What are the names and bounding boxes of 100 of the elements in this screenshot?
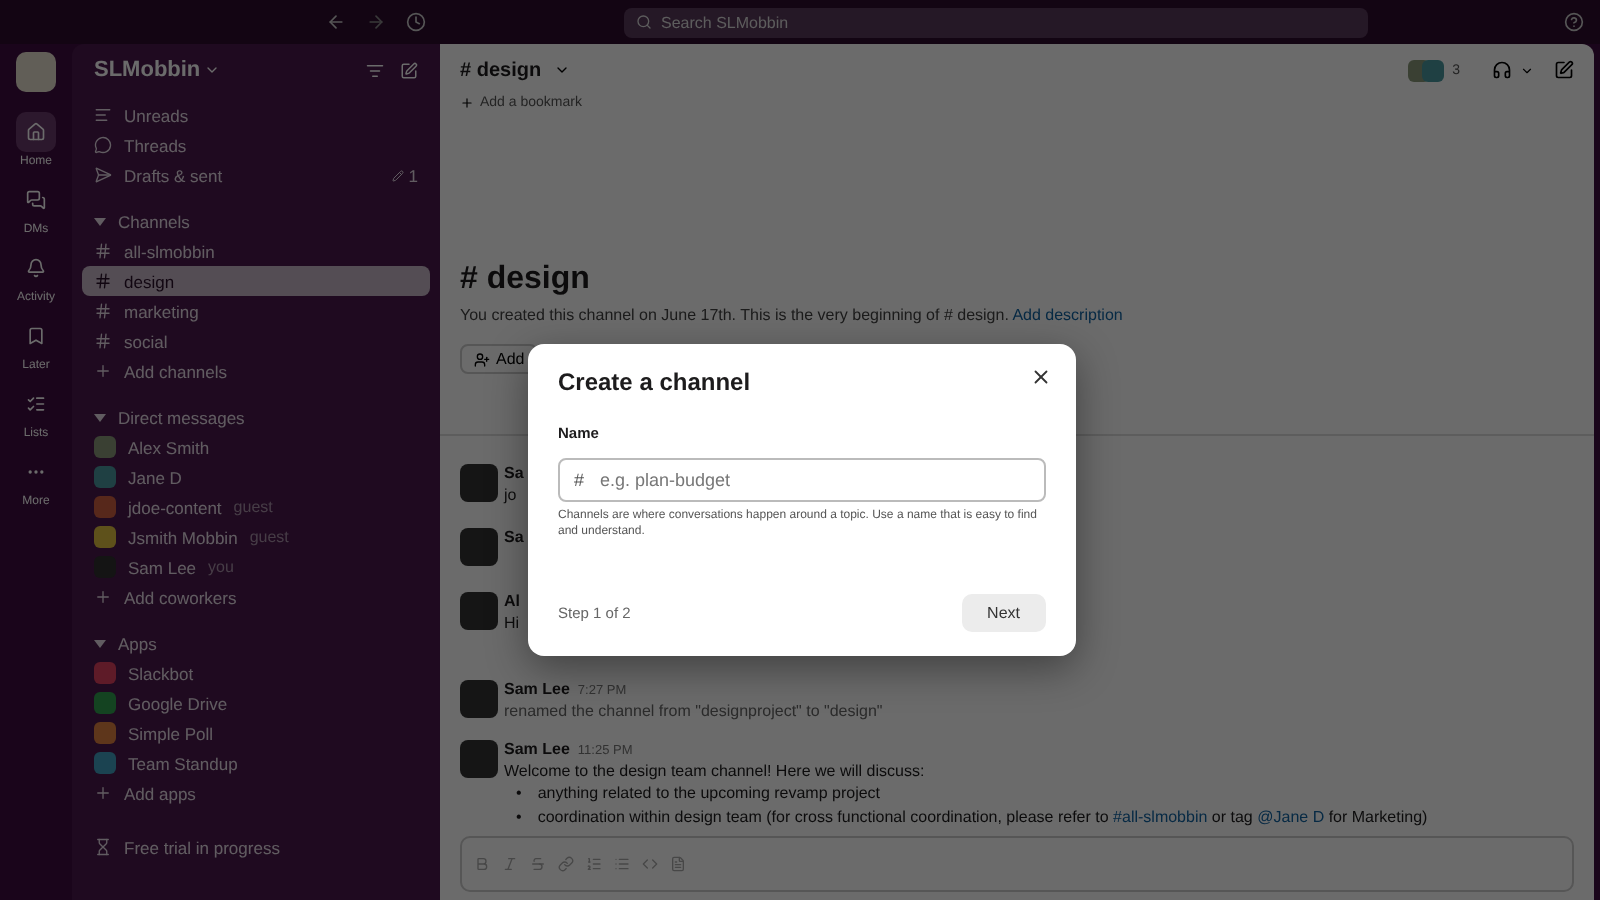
avatar xyxy=(94,526,116,548)
hash-icon xyxy=(94,242,112,260)
user-avatar xyxy=(460,528,498,566)
compose-icon[interactable] xyxy=(400,61,418,79)
sender-name[interactable]: Sam Lee xyxy=(504,680,570,698)
trial-status[interactable]: Free trial in progress xyxy=(82,832,430,862)
sidebar-item[interactable]: Slackbot xyxy=(82,658,430,688)
sidebar-item[interactable]: design xyxy=(82,266,430,296)
bookmark-icon xyxy=(26,326,46,346)
thread-icon xyxy=(94,136,112,154)
bullet-mark: • xyxy=(516,808,522,830)
caret-icon[interactable] xyxy=(553,62,570,78)
format-icon[interactable] xyxy=(614,856,630,872)
pencil-icon xyxy=(392,169,405,181)
add-description-link[interactable]: Add description xyxy=(1012,306,1123,324)
bullet-item: anything related to the upcoming revamp project xyxy=(537,784,881,805)
message-text: Hi xyxy=(504,614,520,632)
channel-title[interactable]: # design xyxy=(460,59,542,81)
message-text: renamed the channel from "designproject" to "design" xyxy=(504,702,883,720)
bullet-mark: • xyxy=(516,784,522,805)
history-icon[interactable] xyxy=(406,12,426,32)
format-icon[interactable] xyxy=(474,856,490,872)
message-composer[interactable] xyxy=(460,836,1574,892)
plus-icon xyxy=(94,362,112,380)
back-icon[interactable] xyxy=(326,12,346,32)
channel-intro: You created this channel on June 17th. This is the very beginning of # design. Add description xyxy=(460,306,1125,324)
channel-link[interactable]: #all-slmobbin xyxy=(1113,808,1208,827)
home-icon xyxy=(26,122,46,142)
user-mention[interactable]: @Jane D xyxy=(1257,808,1325,827)
sender-name[interactable]: Al xyxy=(504,592,520,610)
hash-icon xyxy=(94,272,112,290)
sidebar-item[interactable]: Alex Smith xyxy=(82,432,430,462)
avatar xyxy=(94,466,116,488)
section-header[interactable]: Apps xyxy=(82,628,430,658)
sidebar-item[interactable]: Team Standup xyxy=(82,748,430,778)
sidebar-item[interactable]: social xyxy=(82,326,430,356)
user-avatar xyxy=(460,680,498,718)
checklist-icon xyxy=(26,394,46,414)
user-plus-icon xyxy=(474,351,490,367)
sidebar-item[interactable]: Unreads xyxy=(82,100,430,130)
user-avatar xyxy=(460,592,498,630)
user-avatar xyxy=(460,740,498,778)
bullet-item: coordination within design team (for cross functional coordination, please refer to #all-slmobbin or tag @Jane D for Marketing) xyxy=(537,808,1428,830)
chat-icon xyxy=(26,190,46,210)
send-icon xyxy=(94,166,112,184)
sender-name[interactable]: Sa xyxy=(504,464,524,482)
app-icon xyxy=(94,692,116,714)
section-header[interactable]: Direct messages xyxy=(82,402,430,432)
format-icon[interactable] xyxy=(586,856,602,872)
user-avatar xyxy=(460,464,498,502)
forward-icon[interactable] xyxy=(366,12,386,32)
close-button[interactable] xyxy=(1030,366,1052,388)
section-header[interactable]: Channels xyxy=(82,206,430,236)
next-button[interactable]: Next xyxy=(961,594,1046,632)
search-field[interactable]: Search SLMobbin xyxy=(623,7,1367,37)
format-icon[interactable] xyxy=(670,856,686,872)
hash-icon xyxy=(94,302,112,320)
message-text: Welcome to the design team channel! Here we will discuss: xyxy=(504,762,927,780)
sender-name[interactable]: Sam Lee xyxy=(504,740,570,758)
app-icon xyxy=(94,752,116,774)
search-icon xyxy=(635,14,651,30)
sidebar-item[interactable]: Threads xyxy=(82,130,430,160)
draft-count: 1 xyxy=(408,165,418,185)
sidebar-item[interactable]: Google Drive xyxy=(82,688,430,718)
filter-icon[interactable] xyxy=(366,61,384,79)
app-icon xyxy=(94,662,116,684)
hash-prefix: # xyxy=(574,470,585,490)
workspace-name[interactable]: SLMobbin xyxy=(94,58,201,82)
help-icon[interactable] xyxy=(1564,12,1584,32)
caret-icon xyxy=(94,637,106,649)
sidebar-item[interactable]: Add channels xyxy=(82,356,430,386)
member-avatars[interactable] xyxy=(1408,59,1445,81)
sidebar-item[interactable]: Simple Poll xyxy=(82,718,430,748)
sender-name[interactable]: Sa xyxy=(504,528,524,546)
lines-icon xyxy=(94,106,112,124)
plus-icon xyxy=(94,588,112,606)
format-icon[interactable] xyxy=(530,856,546,872)
channel-heading: # design xyxy=(460,262,592,298)
sidebar-item[interactable]: Add apps xyxy=(82,778,430,808)
app-icon xyxy=(94,722,116,744)
message-text: jo xyxy=(504,486,519,504)
dialog-title: Create a channel xyxy=(558,368,751,396)
sidebar-item[interactable]: all-slmobbin xyxy=(82,236,430,266)
headphones-icon[interactable] xyxy=(1492,60,1512,80)
caret-icon xyxy=(94,411,106,423)
sidebar-item[interactable]: Jane D xyxy=(82,462,430,492)
format-icon[interactable] xyxy=(642,856,658,872)
add-people-button[interactable]: Add xyxy=(460,344,539,374)
format-icon[interactable] xyxy=(502,856,518,872)
caret-icon xyxy=(94,215,106,227)
caret-icon[interactable] xyxy=(1520,63,1534,77)
avatar xyxy=(94,436,116,458)
sidebar-item[interactable]: marketing xyxy=(82,296,430,326)
caret-icon[interactable] xyxy=(204,62,221,78)
bell-icon xyxy=(26,258,46,278)
format-icon[interactable] xyxy=(558,856,574,872)
sidebar-item[interactable]: Add coworkers xyxy=(82,582,430,612)
workspace-logo[interactable] xyxy=(16,52,56,92)
sidebar-item[interactable]: Drafts & sent 1 xyxy=(82,160,430,190)
avatar xyxy=(94,496,116,518)
